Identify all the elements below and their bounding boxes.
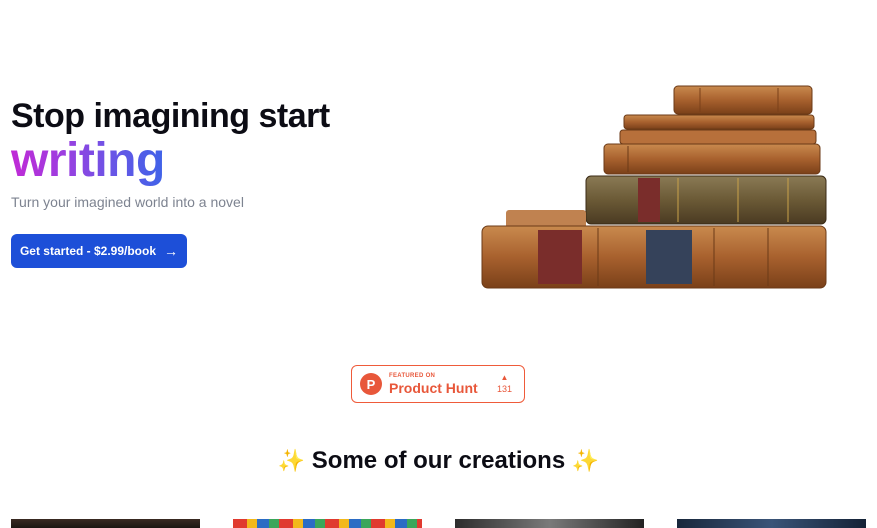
get-started-label: Get started - $2.99/book xyxy=(19,244,157,258)
stacked-books-image xyxy=(481,85,827,289)
get-started-button[interactable]: Get started - $2.99/book → xyxy=(11,234,187,268)
arrow-right-icon: → xyxy=(164,243,179,259)
creation-thumbnail[interactable] xyxy=(233,519,422,528)
upvote-triangle-icon: ▲ xyxy=(500,373,509,382)
product-hunt-name: Product Hunt xyxy=(389,380,478,396)
creation-thumbnail[interactable] xyxy=(677,519,866,528)
product-hunt-badge[interactable]: P FEATURED ON Product Hunt ▲ 131 xyxy=(351,365,525,403)
creations-title: Some of our creations xyxy=(311,447,566,474)
creations-heading: ✨ Some of our creations ✨ xyxy=(0,447,877,475)
sparkle-left-icon: ✨ xyxy=(277,448,306,473)
hero-title: Stop imagining start xyxy=(11,97,330,135)
upvote-count: 131 xyxy=(496,384,512,394)
creation-thumbnail[interactable] xyxy=(455,519,644,528)
hero-subtitle: Turn your imagined world into a novel xyxy=(11,194,244,210)
product-hunt-featured-label: FEATURED ON xyxy=(389,373,436,379)
product-hunt-votes: ▲ 131 xyxy=(497,374,512,394)
creation-thumbnail[interactable] xyxy=(11,519,200,528)
product-hunt-logo-icon: P xyxy=(360,373,382,395)
hero-accent-word: writing xyxy=(11,134,165,187)
sparkle-right-icon: ✨ xyxy=(571,448,600,473)
